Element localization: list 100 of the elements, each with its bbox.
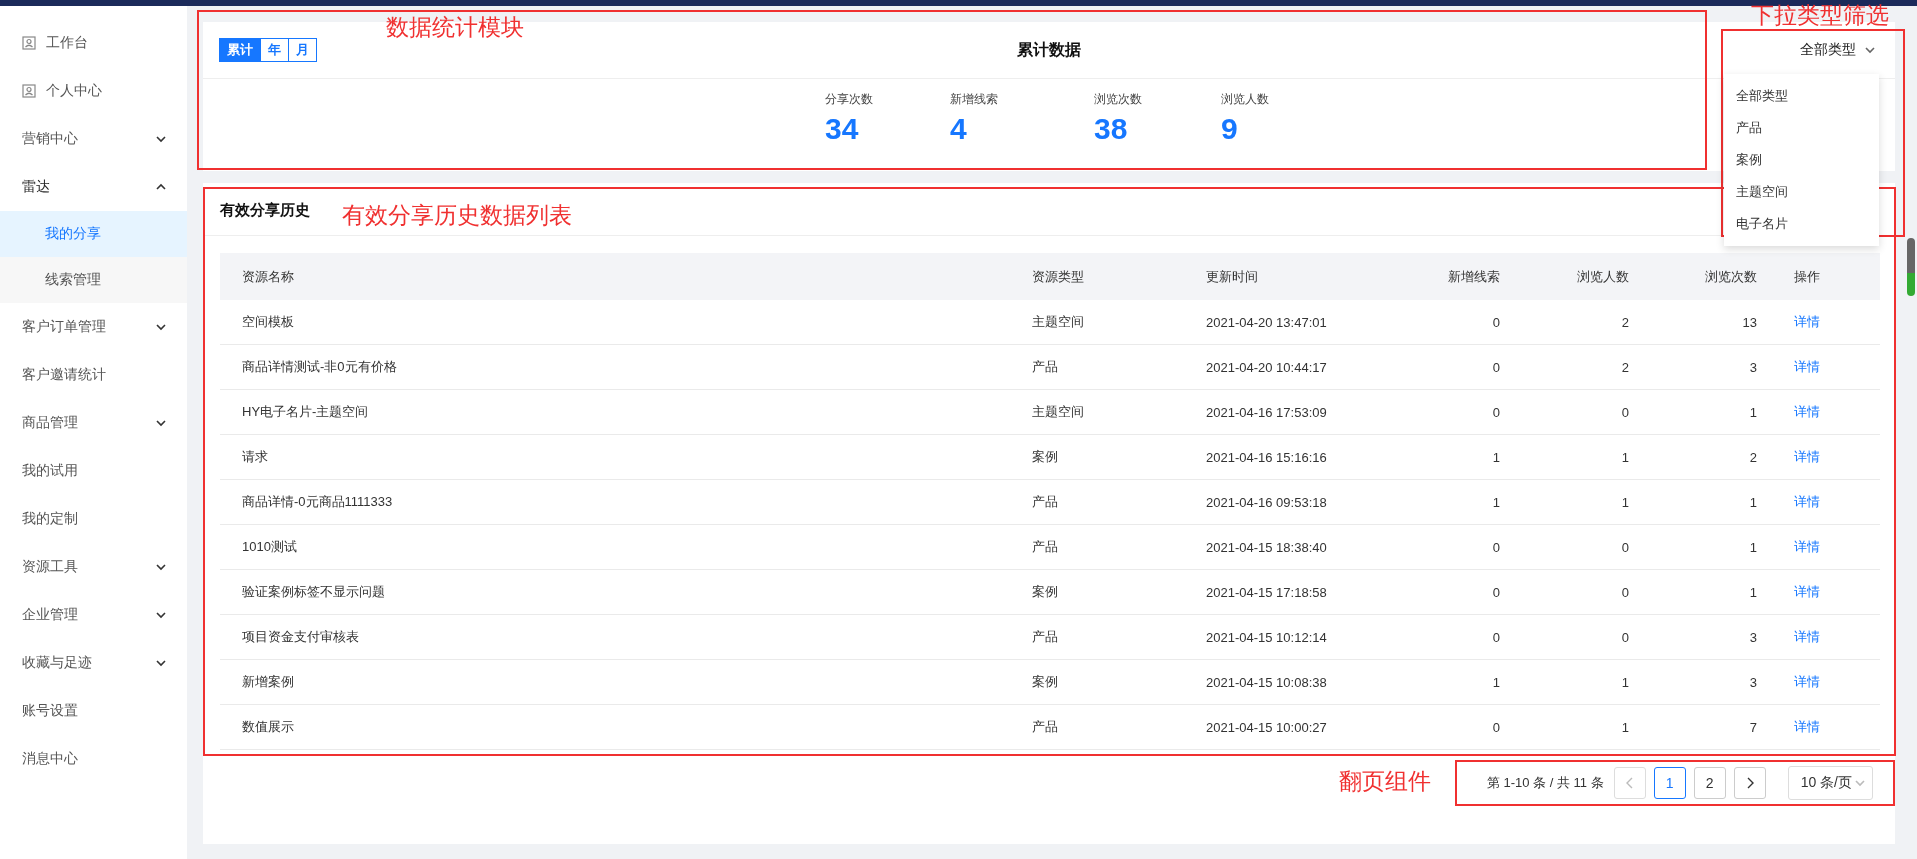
details-link[interactable]: 详情 [1794,404,1820,419]
table-cell: 2 [1500,300,1629,345]
table-cell: 1 [1500,479,1629,525]
dropdown-option[interactable]: 全部类型 [1724,80,1879,112]
column-header: 操作 [1757,253,1880,300]
metric-label: 新增线索 [950,91,999,108]
sidebar-item[interactable]: 消息中心 [0,735,187,783]
dropdown-option[interactable]: 产品 [1724,112,1879,144]
table-cell: 2 [1500,344,1629,390]
table-cell: 2021-04-16 17:53:09 [1206,389,1396,435]
table-cell: 13 [1629,300,1757,345]
table-cell: 产品 [1032,344,1206,390]
sidebar-item[interactable]: 客户邀请统计 [0,351,187,399]
details-link[interactable]: 详情 [1794,494,1820,509]
sidebar-item[interactable]: 营销中心 [0,115,187,163]
table-cell: 3 [1629,344,1757,390]
table-cell: 0 [1396,614,1500,660]
type-filter-dropdown[interactable]: 全部类型 [1800,41,1876,59]
table-cell: 数值展示 [220,704,1032,750]
table-cell: 案例 [1032,659,1206,705]
details-link[interactable]: 详情 [1794,314,1820,329]
table-cell: 0 [1396,300,1500,345]
sidebar-item[interactable]: 雷达 [0,163,187,211]
page-button[interactable]: 2 [1693,767,1726,799]
details-link[interactable]: 详情 [1794,539,1820,554]
sidebar-item[interactable]: 商品管理 [0,399,187,447]
table-cell: 2 [1629,434,1757,480]
details-link[interactable]: 详情 [1794,629,1820,644]
page-size-select[interactable]: 10 条/页 [1787,766,1873,800]
table-cell: 1 [1396,479,1500,525]
sidebar-subitem[interactable]: 线索管理 [0,257,187,303]
annotation-label: 翻页组件 [1339,767,1431,796]
sidebar-item[interactable]: 客户订单管理 [0,303,187,351]
sidebar-item[interactable]: 资源工具 [0,543,187,591]
details-link[interactable]: 详情 [1794,449,1820,464]
person-icon [22,84,36,98]
sidebar-item[interactable]: 我的定制 [0,495,187,543]
sidebar-item[interactable]: 企业管理 [0,591,187,639]
table-cell: 3 [1629,659,1757,705]
details-link[interactable]: 详情 [1794,719,1820,734]
table-cell: 0 [1396,704,1500,750]
period-tab[interactable]: 累计 [219,38,261,62]
metric-label: 浏览次数 [1094,91,1143,108]
details-link[interactable]: 详情 [1794,359,1820,374]
table-cell: 2021-04-15 10:00:27 [1206,704,1396,750]
sidebar-item[interactable]: 账号设置 [0,687,187,735]
dropdown-option[interactable]: 案例 [1724,144,1879,176]
table-cell: 空间模板 [220,300,1032,345]
pagination-summary: 第 1-10 条 / 共 11 条 [1486,774,1604,792]
table-cell: 项目资金支付审核表 [220,614,1032,660]
table-cell: 1 [1396,434,1500,480]
table-cell: 商品详情-0元商品1111333 [220,479,1032,525]
table-cell: 验证案例标签不显示问题 [220,569,1032,615]
table-cell: 1 [1500,704,1629,750]
table-cell: 0 [1500,389,1629,435]
sidebar-item[interactable]: 我的试用 [0,447,187,495]
table-cell: 3 [1629,614,1757,660]
table-cell: 0 [1500,524,1629,570]
table-cell: 2021-04-15 10:08:38 [1206,659,1396,705]
column-header: 资源名称 [220,253,1032,300]
table-cell: 7 [1629,704,1757,750]
table-cell: 2021-04-20 13:47:01 [1206,300,1396,345]
table-cell: 主题空间 [1032,389,1206,435]
table-cell: 2021-04-15 18:38:40 [1206,524,1396,570]
sidebar-item[interactable]: 工作台 [0,19,187,67]
column-header: 浏览次数 [1629,253,1757,300]
table-cell: 1 [1500,659,1629,705]
metric-value: 38 [1094,112,1129,146]
column-header: 新增线索 [1396,253,1500,300]
table-cell: 0 [1396,524,1500,570]
table-cell: 主题空间 [1032,300,1206,345]
table-cell: 2021-04-20 10:44:17 [1206,344,1396,390]
dropdown-option[interactable]: 电子名片 [1724,208,1879,240]
chevron-left-icon [1624,777,1635,789]
metric-label: 分享次数 [825,91,874,108]
dropdown-option[interactable]: 主题空间 [1724,176,1879,208]
next-page-button[interactable] [1733,767,1766,799]
table-cell: 1 [1396,659,1500,705]
page-button[interactable]: 1 [1653,767,1686,799]
period-tab[interactable]: 月 [288,38,317,62]
metric-value: 34 [825,112,860,146]
sidebar-item[interactable]: 个人中心 [0,67,187,115]
details-link[interactable]: 详情 [1794,674,1820,689]
annotation-label: 有效分享历史数据列表 [342,201,572,230]
sidebar-item[interactable]: 收藏与足迹 [0,639,187,687]
table-cell: 1010测试 [220,524,1032,570]
table-cell: 产品 [1032,524,1206,570]
table-cell: 0 [1396,569,1500,615]
table-cell: 案例 [1032,569,1206,615]
period-tab[interactable]: 年 [260,38,289,62]
card-title: 累计数据 [1017,39,1081,60]
table-cell: 2021-04-15 10:12:14 [1206,614,1396,660]
table-cell: 0 [1396,389,1500,435]
details-link[interactable]: 详情 [1794,584,1820,599]
sidebar-subitem[interactable]: 我的分享 [0,211,187,257]
scrollbar-thumb[interactable] [1907,238,1915,296]
table-cell: 1 [1629,389,1757,435]
chevron-down-icon [1854,777,1866,789]
metric-label: 浏览人数 [1221,91,1270,108]
table-cell: 产品 [1032,614,1206,660]
